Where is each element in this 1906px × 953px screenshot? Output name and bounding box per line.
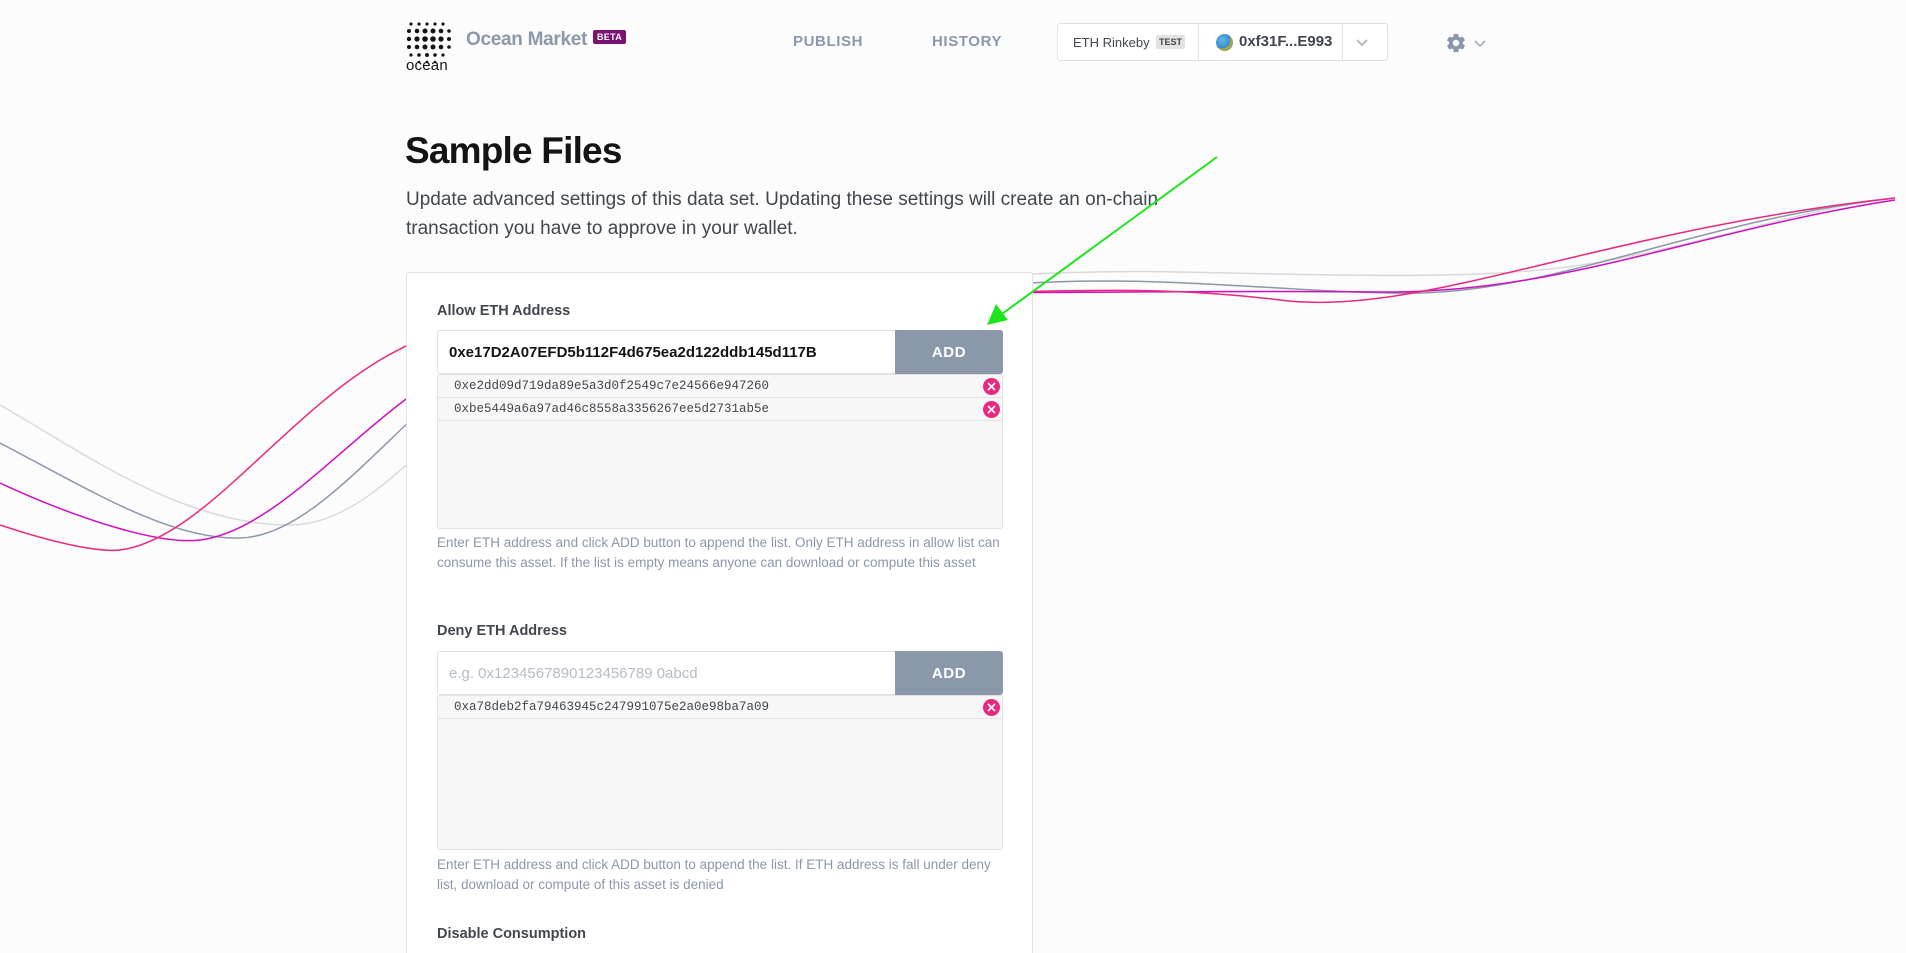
allow-address-row: ADD <box>437 330 1003 374</box>
list-item: 0xbe5449a6a97ad46c8558a3356267ee5d2731ab… <box>438 398 1002 421</box>
remove-icon[interactable] <box>983 401 1000 418</box>
allow-address-value: 0xbe5449a6a97ad46c8558a3356267ee5d2731ab… <box>454 402 770 416</box>
deny-address-label: Deny ETH Address <box>437 623 567 639</box>
page-title: Sample Files <box>405 130 622 171</box>
deny-address-row: ADD <box>437 651 1003 695</box>
disable-consumption-label: Disable Consumption <box>437 926 587 942</box>
wallet-widget[interactable]: ETH Rinkeby TEST 0xf31F...E993 <box>1057 23 1388 61</box>
settings-card: Allow ETH Address ADD 0xe2dd09d719da89e5… <box>406 272 1033 953</box>
nav-history[interactable]: HISTORY <box>932 33 1002 50</box>
remove-icon[interactable] <box>983 378 1000 395</box>
list-item: 0xa78deb2fa79463945c247991075e2a0e98ba7a… <box>438 696 1002 719</box>
chevron-down-icon[interactable] <box>1354 34 1370 50</box>
network-test-badge: TEST <box>1156 35 1186 49</box>
wallet-divider <box>1342 24 1343 60</box>
wallet-divider <box>1198 24 1199 60</box>
network-name: ETH Rinkeby <box>1073 35 1150 50</box>
site-header: ocean Ocean Market BETA PUBLISH HISTORY … <box>0 0 1906 90</box>
deny-add-button[interactable]: ADD <box>895 651 1003 695</box>
nav-publish[interactable]: PUBLISH <box>793 33 863 50</box>
deny-address-value: 0xa78deb2fa79463945c247991075e2a0e98ba7a… <box>454 700 770 714</box>
list-item: 0xe2dd09d719da89e5a3d0f2549c7e24566e9472… <box>438 375 1002 398</box>
remove-icon[interactable] <box>983 699 1000 716</box>
allow-address-value: 0xe2dd09d719da89e5a3d0f2549c7e24566e9472… <box>454 379 770 393</box>
allow-help-text: Enter ETH address and click ADD button t… <box>437 535 1000 570</box>
wallet-account[interactable]: 0xf31F...E993 <box>1239 33 1332 50</box>
deny-address-input[interactable] <box>437 651 897 695</box>
page-description: Update advanced settings of this data se… <box>406 189 1159 239</box>
allow-address-input[interactable] <box>437 330 897 374</box>
beta-badge: BETA <box>593 30 627 44</box>
logo-wordmark: ocean <box>406 57 448 74</box>
wallet-avatar <box>1216 34 1233 51</box>
deny-address-list: 0xa78deb2fa79463945c247991075e2a0e98ba7a… <box>437 695 1003 850</box>
chevron-down-icon[interactable] <box>1472 35 1488 51</box>
brand-title[interactable]: Ocean Market <box>466 29 587 51</box>
gear-icon[interactable] <box>1445 32 1467 54</box>
allow-address-list: 0xe2dd09d719da89e5a3d0f2549c7e24566e9472… <box>437 374 1003 529</box>
deny-help-text: Enter ETH address and click ADD button t… <box>437 857 991 892</box>
allow-address-label: Allow ETH Address <box>437 303 571 319</box>
allow-add-button[interactable]: ADD <box>895 330 1003 374</box>
